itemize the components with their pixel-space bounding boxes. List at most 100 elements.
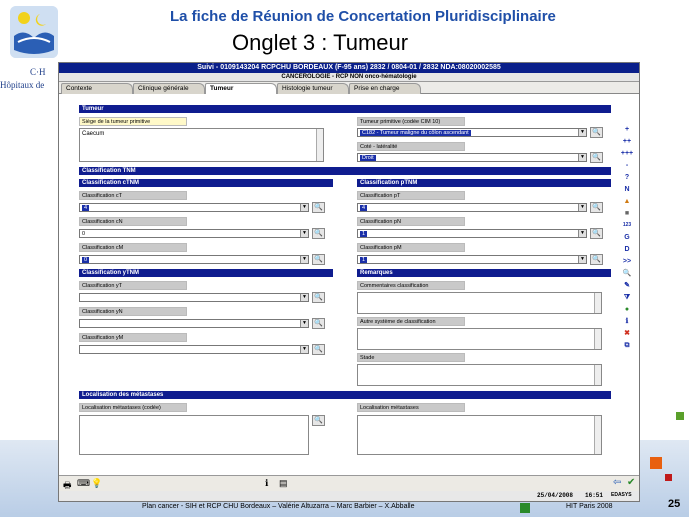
cm-select[interactable]: 0 ▼ [79,255,309,264]
search-icon[interactable]: 🔍 [620,268,634,279]
autre-systeme-textarea[interactable] [357,328,602,350]
search-icon[interactable]: 🔍 [312,318,325,329]
tab-clinique-generale[interactable]: Clinique générale [133,83,205,94]
tab-prise-en-charge[interactable]: Prise en charge [349,83,421,94]
search-icon[interactable]: 🔍 [312,344,325,355]
copy-icon[interactable]: ⧉ [620,340,634,351]
toolbar-help[interactable]: ? [620,172,634,183]
window-titlebar: Suivi - 0109143204 RCPCHU BORDEAUX (F-95… [59,63,639,73]
chevron-down-icon: ▼ [578,129,586,136]
toolbar-block-icon[interactable]: ■ [620,208,634,219]
search-icon[interactable]: 🔍 [590,152,603,163]
decorative-square [665,474,672,481]
right-toolbar: + ++ +++ - ? N ▲ ■ 123 G D >> 🔍 ✎ ⧩ ● ℹ … [619,123,635,478]
edit-icon[interactable]: ✎ [620,280,634,291]
pn-label: Classification pN [357,217,465,226]
keyboard-icon[interactable]: ⌨ [77,478,90,489]
commentaires-textarea[interactable] [357,292,602,314]
siege-scrollbar[interactable] [316,129,323,161]
search-icon[interactable]: 🔍 [312,415,325,426]
pt-select[interactable]: 4 ▼ [357,203,587,212]
toolbar-n[interactable]: N [620,184,634,195]
logo-text: C·H [30,67,46,77]
stade-scrollbar[interactable] [594,365,601,385]
tumeur-primitive-select[interactable]: C182 - Tumeur maligne du côlon ascendant… [357,128,587,137]
toolbar-add-2[interactable]: ++ [620,136,634,147]
cm-label: Classification cM [79,243,187,252]
chevron-down-icon: ▼ [300,294,308,301]
toolbar-forward[interactable]: >> [620,256,634,267]
search-icon[interactable]: 🔍 [312,292,325,303]
ct-label: Classification cT [79,191,187,200]
cote-value: Droit [360,155,376,161]
globe-icon[interactable]: ● [620,304,634,315]
metastases-libre-label: Localisation métastases [357,403,465,412]
info-icon[interactable]: ℹ [265,478,268,489]
section-remarques: Remarques [357,269,611,277]
toolbar-d[interactable]: D [620,244,634,255]
lightbulb-icon[interactable]: 💡 [91,478,102,489]
metastases-scrollbar[interactable] [594,416,601,454]
tab-histologie-tumeur[interactable]: Histologie tumeur [277,83,349,94]
toolbar-123[interactable]: 123 [620,220,634,231]
slide-footer-event: HIT Paris 2008 [566,503,613,510]
toolbar-add-3[interactable]: +++ [620,148,634,159]
siege-textarea[interactable]: Caecum [79,128,324,162]
chevron-down-icon: ▼ [578,230,586,237]
chevron-down-icon: ▼ [578,154,586,161]
info-icon[interactable]: ℹ [620,316,634,327]
slide-footer: Plan cancer - SIH et RCP CHU Bordeaux – … [142,503,415,510]
cn-select[interactable]: 0 ▼ [79,229,309,238]
metastases-codee-label: Localisation métastases (codée) [79,403,187,412]
commentaires-scrollbar[interactable] [594,293,601,313]
metastases-libre-textarea[interactable] [357,415,602,455]
delete-icon[interactable]: ✖ [620,328,634,339]
section-classification-tnm: Classification TNM [79,167,611,175]
check-icon[interactable]: ✔ [627,477,635,488]
toolbar-g[interactable]: G [620,232,634,243]
decorative-square [676,412,684,420]
hospital-logo [10,6,58,58]
back-arrow-icon[interactable]: ⇦ [613,477,621,488]
yn-select[interactable]: ▼ [79,319,309,328]
pn-select[interactable]: 1 ▼ [357,229,587,238]
chevron-down-icon: ▼ [578,204,586,211]
toolbar-warning-icon[interactable]: ▲ [620,196,634,207]
autre-systeme-scrollbar[interactable] [594,329,601,349]
search-icon[interactable]: 🔍 [590,228,603,239]
search-icon[interactable]: 🔍 [312,254,325,265]
autre-systeme-label: Autre système de classification [357,317,465,326]
pm-select[interactable]: 1 ▼ [357,255,587,264]
layout-icon[interactable]: ▤ [279,478,288,489]
search-icon[interactable]: 🔍 [590,254,603,265]
toolbar-minus[interactable]: - [620,160,634,171]
commentaires-label: Commentaires classification [357,281,465,290]
date-bar: 25/04/2008 16:51 EDASYS [59,491,639,501]
chevron-down-icon: ▼ [300,256,308,263]
tab-tumeur[interactable]: Tumeur [205,83,277,94]
chevron-down-icon: ▼ [300,346,308,353]
ym-label: Classification yM [79,333,187,342]
chevron-down-icon: ▼ [300,320,308,327]
tab-contexte[interactable]: Contexte [61,83,133,94]
filter-icon[interactable]: ⧩ [620,292,634,303]
application-window: Suivi - 0109143204 RCPCHU BORDEAUX (F-95… [58,62,640,502]
cote-label: Coté - latéralité [357,142,465,151]
ct-select[interactable]: 4 ▼ [79,203,309,212]
cote-select[interactable]: Droit ▼ [357,153,587,162]
cm-value: 0 [82,257,90,263]
search-icon[interactable]: 🔍 [590,127,603,138]
stade-textarea[interactable] [357,364,602,386]
yt-select[interactable]: ▼ [79,293,309,302]
section-tumeur: Tumeur [79,105,611,113]
decorative-square [650,457,662,469]
metastases-codee-list[interactable] [79,415,309,455]
search-icon[interactable]: 🔍 [312,228,325,239]
pm-value: 1 [360,257,368,263]
section-metastases: Localisation des métastases [79,391,611,399]
ym-select[interactable]: ▼ [79,345,309,354]
toolbar-add[interactable]: + [620,124,634,135]
search-icon[interactable]: 🔍 [312,202,325,213]
search-icon[interactable]: 🔍 [590,202,603,213]
context-bar: CANCEROLOGIE - RCP NON onco-hématologie [59,73,639,82]
